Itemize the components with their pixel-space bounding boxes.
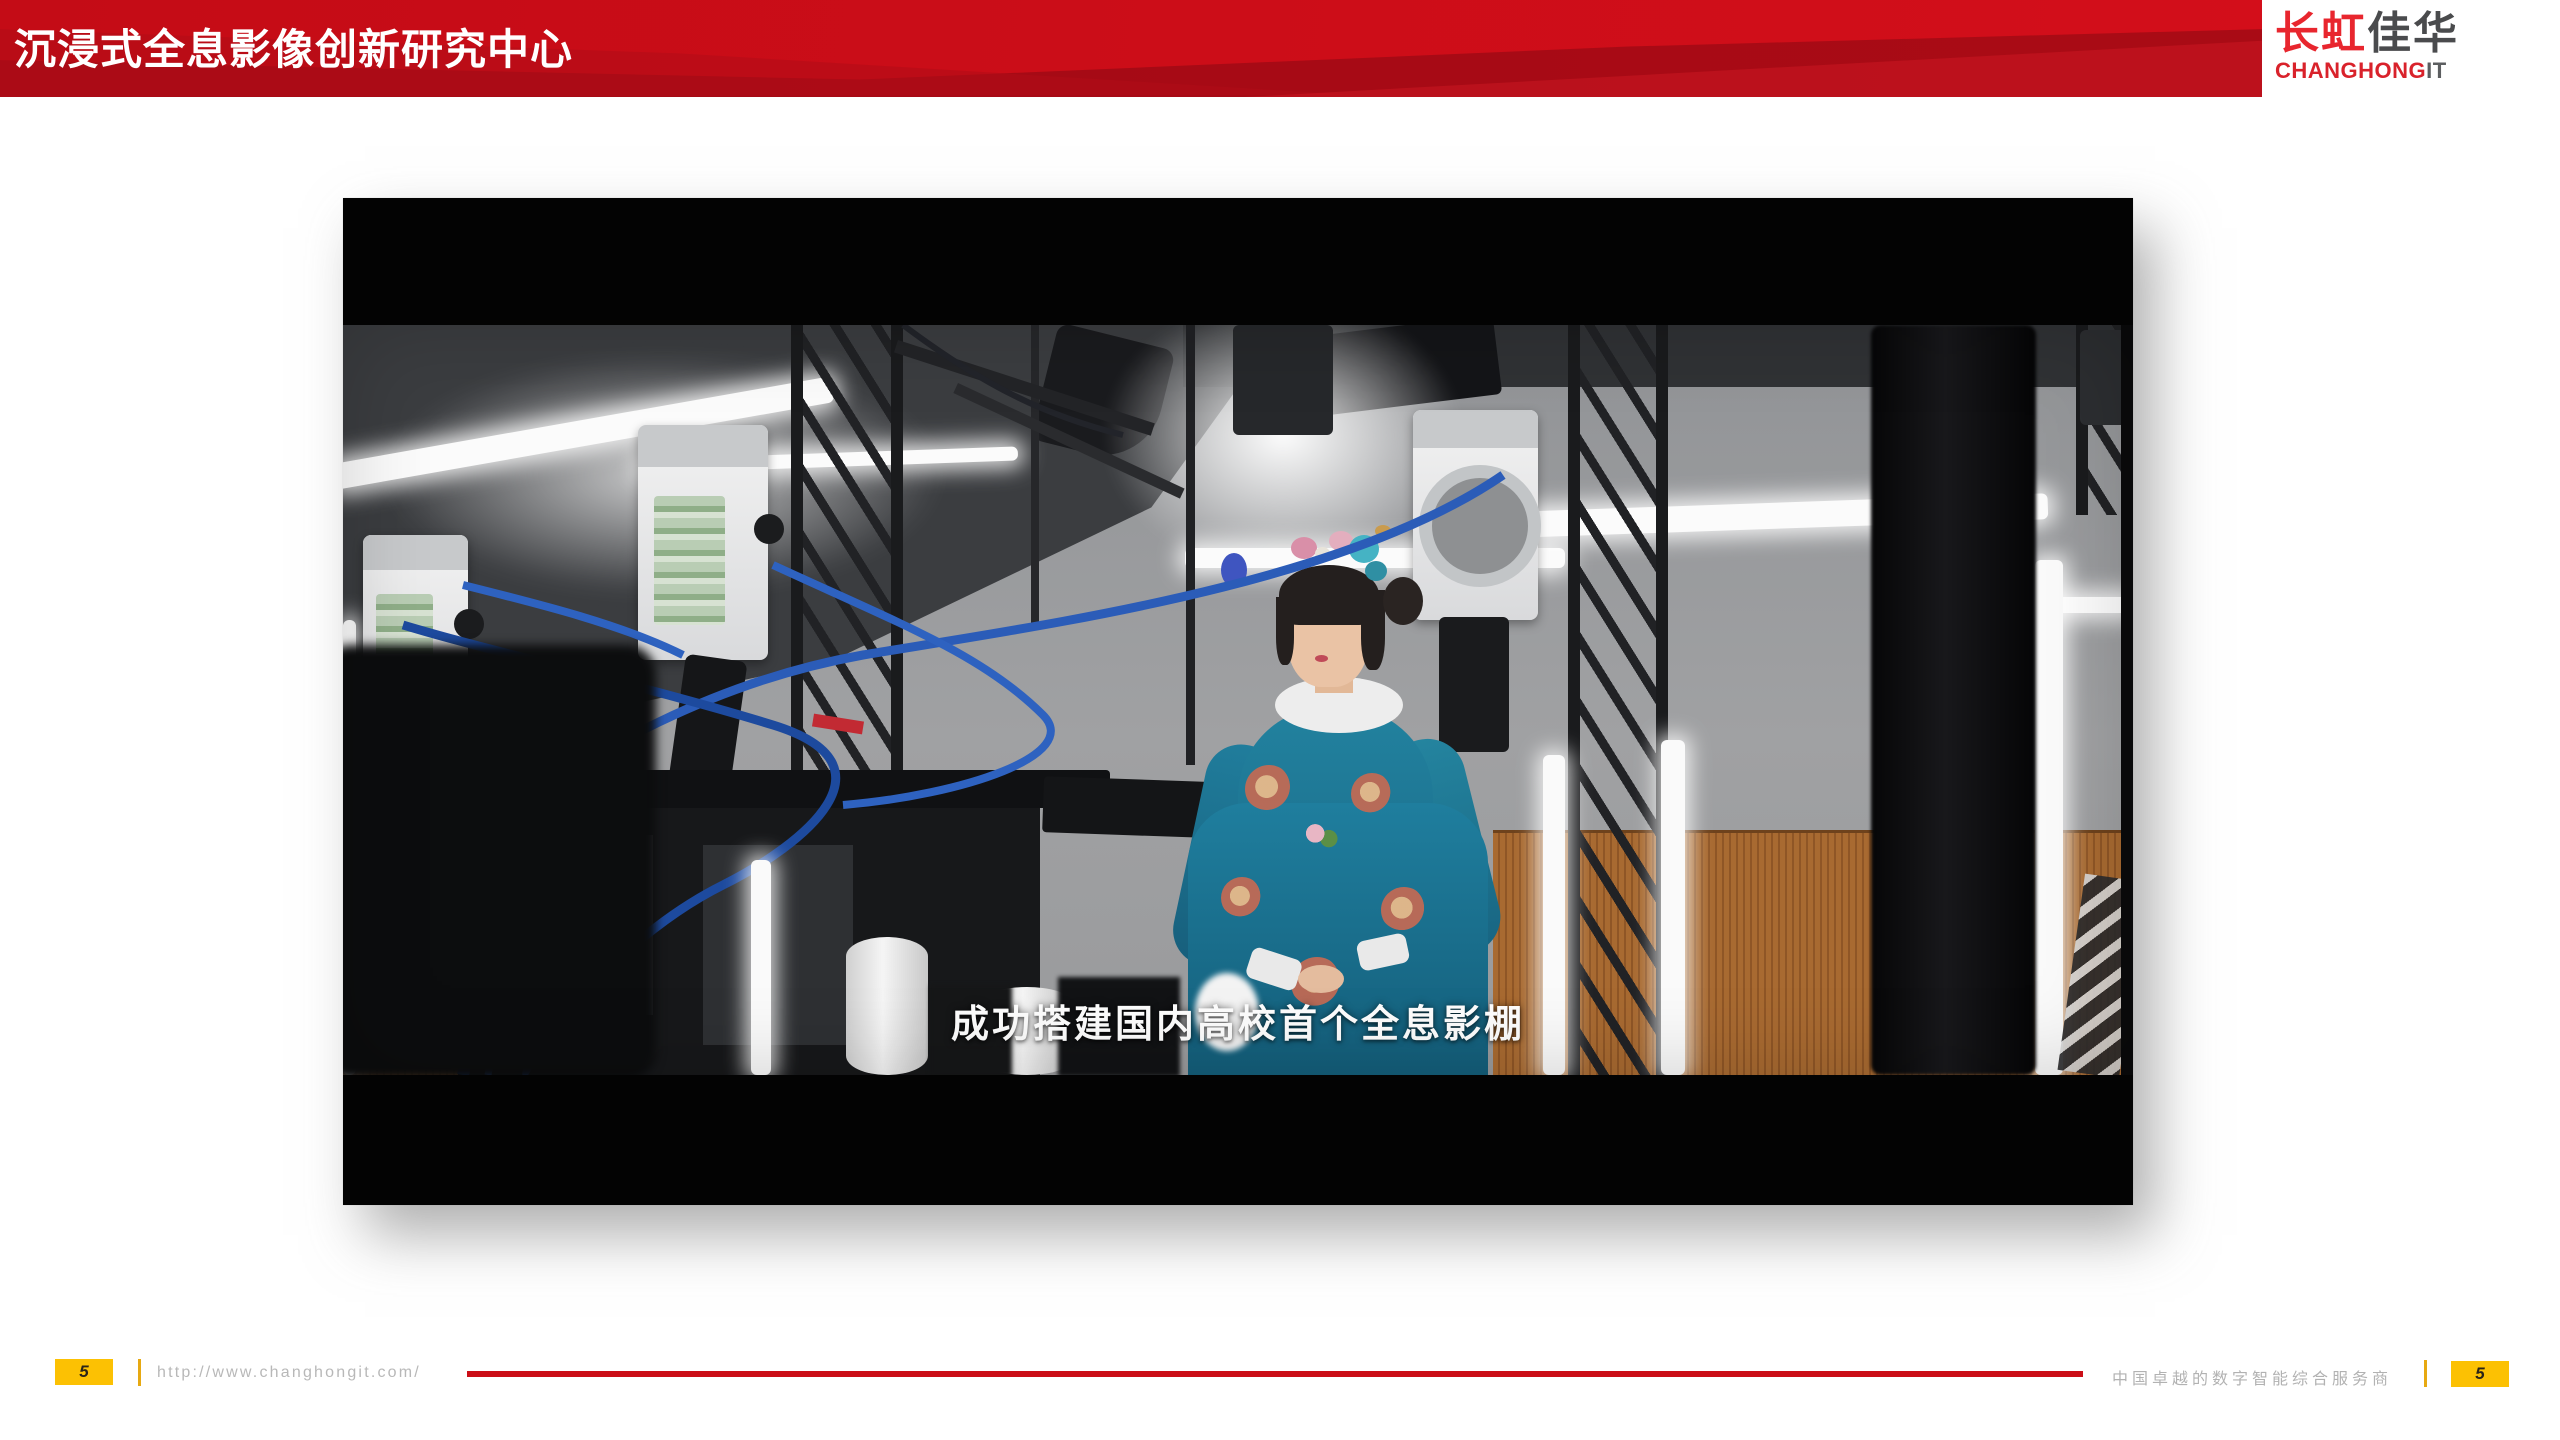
video-subtitle: 成功搭建国内高校首个全息影棚	[343, 993, 2133, 1048]
logo-cn-red: 长虹	[2275, 9, 2367, 58]
performer-hair-side-left	[1276, 597, 1294, 665]
footer-red-line	[467, 1371, 2083, 1377]
performer-hair-bun	[1383, 577, 1423, 625]
logo-cn-gray: 佳华	[2367, 9, 2459, 58]
rig-cap	[363, 535, 468, 570]
stand-pole-left	[1031, 325, 1039, 625]
logo-en-red: CHANGHONG	[2275, 58, 2426, 83]
studio-scene: 成功搭建国内高校首个全息影棚	[343, 325, 2133, 1075]
footer-divider-left	[138, 1359, 141, 1386]
page-title: 沉浸式全息影像创新研究中心	[14, 16, 573, 77]
overhead-camera-unit	[1233, 325, 1333, 435]
headdress-flower-pink	[1291, 537, 1317, 559]
rig-cap	[1413, 410, 1538, 448]
embroidery-medallion	[1245, 765, 1293, 813]
page-number-badge-left: 5	[55, 1359, 113, 1385]
headdress-flower-teal-2	[1365, 561, 1387, 581]
letterbox-top	[343, 198, 2133, 325]
headdress-flower-blue	[1221, 553, 1247, 587]
embroidery-flower-sprig	[1305, 823, 1339, 849]
logo-english: CHANGHONGIT	[2275, 60, 2505, 82]
right-edge-pillar	[2121, 325, 2133, 1075]
changhong-logo: 长虹佳华 CHANGHONGIT	[2275, 12, 2505, 82]
truss-tower-left	[791, 325, 903, 775]
video-frame[interactable]: 成功搭建国内高校首个全息影棚	[343, 198, 2133, 1205]
camera-lens-knob	[454, 609, 484, 639]
stand-pole-center	[1186, 325, 1195, 765]
footer-url: http://www.changhongit.com/	[157, 1364, 421, 1382]
embroidery-medallion	[1351, 773, 1393, 815]
performer-hands	[1298, 965, 1344, 993]
camera-rig-mid	[638, 425, 768, 660]
camera-rig-center-mast	[1439, 617, 1509, 752]
performer-hair-side-right	[1361, 590, 1385, 670]
footer-divider-right	[2424, 1360, 2427, 1387]
foreground-pillar	[1871, 325, 2036, 1075]
embroidery-medallion	[1221, 877, 1263, 919]
logo-en-gray: IT	[2426, 58, 2447, 83]
page-number-badge-right: 5	[2451, 1361, 2509, 1387]
logo-chinese: 长虹佳华	[2275, 12, 2505, 56]
slide: 沉浸式全息影像创新研究中心 长虹佳华 CHANGHONGIT	[0, 0, 2560, 1440]
header-bar: 沉浸式全息影像创新研究中心	[0, 0, 2262, 97]
headdress-flower-teal	[1349, 535, 1379, 563]
performer-lips	[1315, 655, 1328, 662]
headdress-ornament-gold	[1375, 525, 1391, 537]
rig-circuit-board	[654, 496, 726, 625]
headdress-flower-white	[1315, 547, 1330, 560]
truss-tower-right	[1568, 325, 1668, 1075]
rig-cap	[638, 425, 768, 467]
camera-ring-mount	[1419, 465, 1541, 587]
footer-tagline: 中国卓越的数字智能综合服务商	[2112, 1365, 2392, 1389]
embroidery-medallion	[1381, 887, 1427, 933]
letterbox-bottom	[343, 1075, 2133, 1205]
